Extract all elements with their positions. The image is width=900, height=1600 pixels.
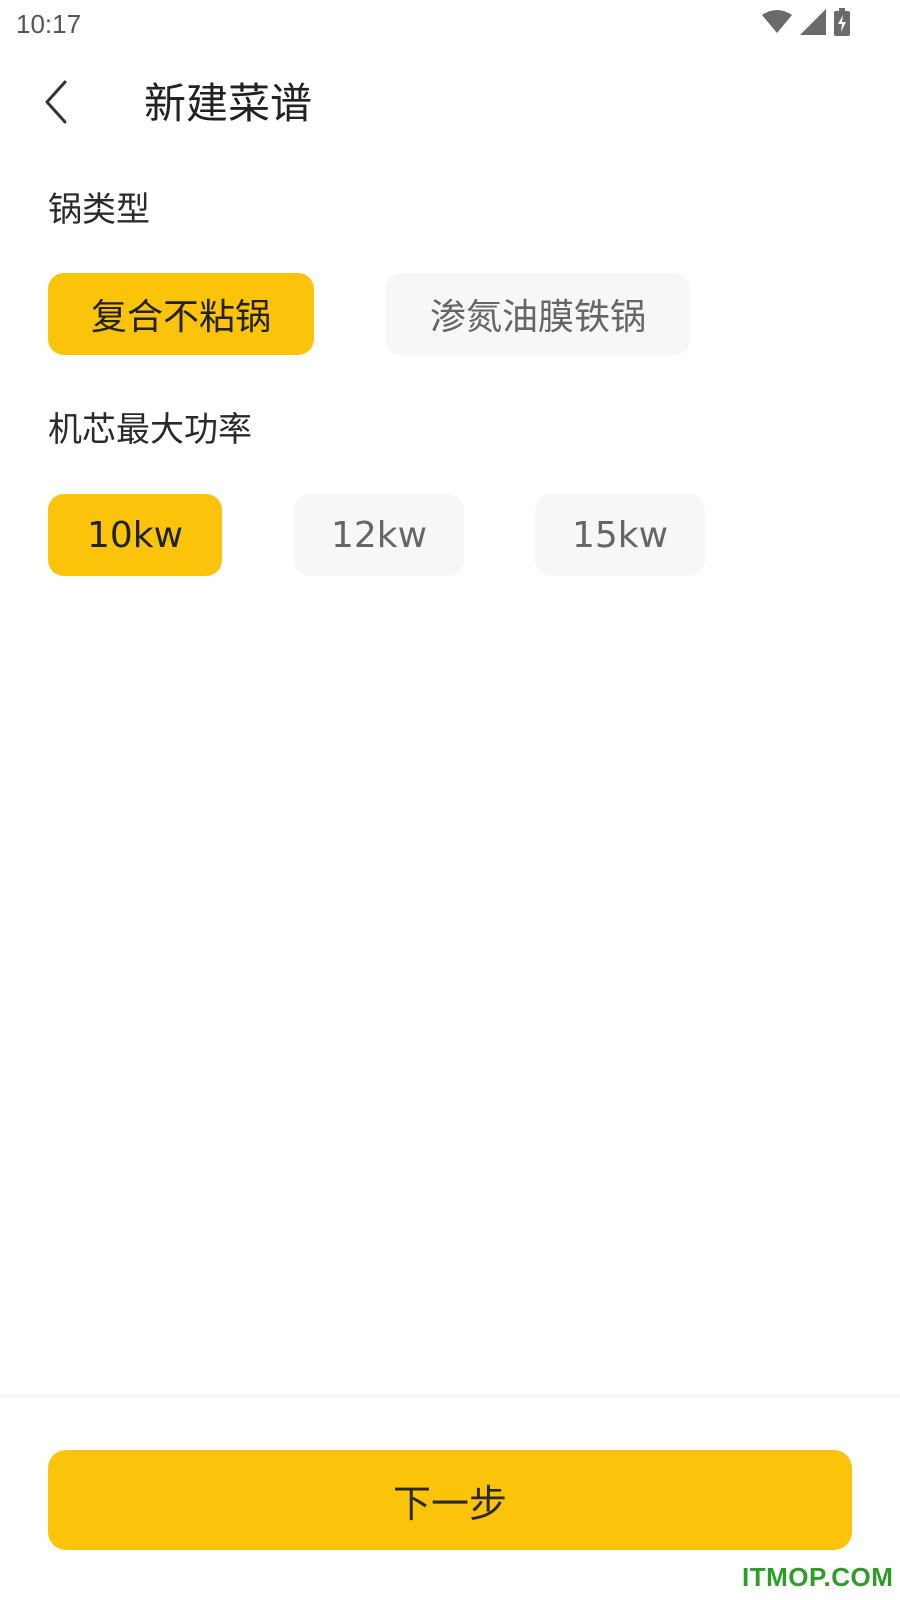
back-button[interactable] xyxy=(30,76,82,132)
pot-type-option-composite-nonstick[interactable]: 复合不粘锅 xyxy=(48,273,314,355)
pot-type-label: 锅类型 xyxy=(48,190,150,230)
watermark: ITMOP.COM xyxy=(742,1562,894,1592)
option-label: 15kw xyxy=(571,514,669,556)
status-time: 10:17 xyxy=(16,9,82,39)
wifi-icon xyxy=(762,10,792,38)
max-power-label: 机芯最大功率 xyxy=(48,410,252,450)
battery-charging-icon xyxy=(834,8,850,40)
power-option-15kw[interactable]: 15kw xyxy=(535,494,705,576)
option-label: 复合不粘锅 xyxy=(90,297,271,338)
next-step-button[interactable]: 下一步 xyxy=(48,1450,852,1550)
header: 新建菜谱 xyxy=(0,64,900,144)
next-step-label: 下一步 xyxy=(392,1481,507,1526)
chevron-left-icon xyxy=(43,80,69,128)
pot-type-option-nitrided-iron[interactable]: 渗氮油膜铁锅 xyxy=(386,273,690,355)
cellular-signal-icon xyxy=(800,9,826,39)
status-icons xyxy=(762,8,850,40)
footer-divider xyxy=(0,1394,900,1398)
option-label: 10kw xyxy=(86,514,184,556)
status-bar: 10:17 xyxy=(0,0,900,48)
option-label: 渗氮油膜铁锅 xyxy=(429,297,646,338)
power-option-12kw[interactable]: 12kw xyxy=(294,494,464,576)
page-title: 新建菜谱 xyxy=(144,79,313,128)
option-label: 12kw xyxy=(330,514,428,556)
power-option-10kw[interactable]: 10kw xyxy=(48,494,222,576)
